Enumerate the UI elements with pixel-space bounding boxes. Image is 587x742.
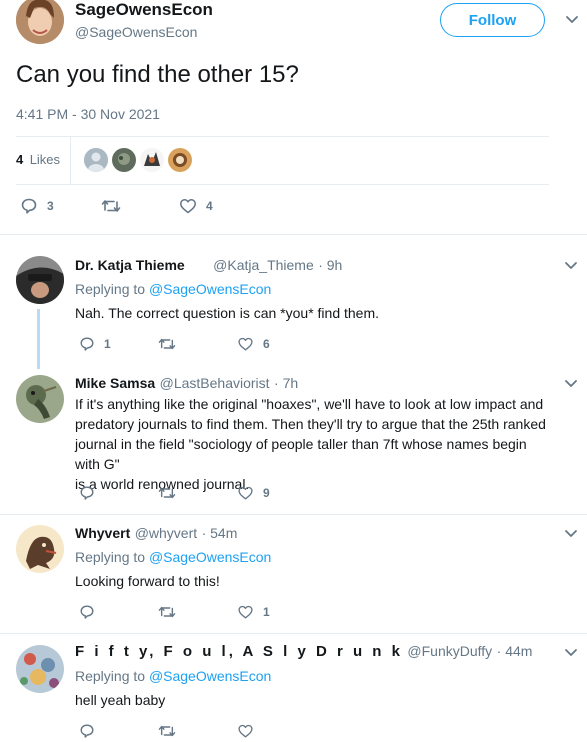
reply-text-line: is a world renowned journal. [75,476,250,492]
like-button[interactable]: 1 [237,604,270,620]
reply-button[interactable] [79,604,95,620]
replying-to-label: Replying to [75,549,146,565]
reply-author-handle[interactable]: @FunkyDuffy [407,643,492,659]
like-count: 4 [206,199,213,213]
reply-text-line: predatory journals to find them. Then th… [75,416,546,432]
like-button[interactable]: 4 [179,197,213,215]
reply-avatar[interactable] [16,256,64,304]
reply-icon [21,198,37,214]
reply-button[interactable] [79,485,95,501]
reply-icon [80,337,94,351]
heart-icon [238,337,253,351]
reply-count: 3 [47,199,54,213]
reply-text-line: journal in the field "sociology of peopl… [75,436,527,472]
reply-icon [80,724,94,738]
replying-to-link[interactable]: @SageOwensEcon [149,281,271,297]
heart-icon [238,605,253,619]
likes-summary[interactable]: 4 Likes [16,151,60,169]
reply-time[interactable]: · 9h [318,257,342,273]
like-count: 9 [263,486,270,500]
reply-avatar[interactable] [16,525,64,573]
reply-button[interactable] [79,723,95,739]
reply-time[interactable]: · 54m [202,525,238,541]
liker-avatar[interactable] [168,148,192,172]
chevron-down-icon[interactable] [564,379,578,389]
heart-icon [238,724,253,738]
reply-icon [80,605,94,619]
author-avatar[interactable] [16,0,64,44]
retweet-button[interactable] [158,723,176,739]
reply-text: If it's anything like the original "hoax… [75,394,555,494]
reply-text: Looking forward to this! [75,573,220,589]
replying-to-link[interactable]: @SageOwensEcon [149,668,271,684]
reply-author-handle[interactable]: @LastBehaviorist [160,375,270,391]
reply-author-name[interactable]: Whyvert [75,525,130,541]
reply-time[interactable]: · 7h [274,375,298,391]
retweet-icon [158,606,176,618]
author-name[interactable]: SageOwensEcon [75,0,213,20]
reply-divider [0,514,587,515]
retweet-icon [158,487,176,499]
like-count: 1 [263,605,270,619]
reply-button[interactable]: 3 [20,197,54,215]
reply-icon [80,486,94,500]
likes-label: Likes [29,152,61,167]
like-button[interactable] [237,723,254,739]
retweet-button[interactable] [158,336,176,352]
reply-divider [0,633,587,634]
replying-to-label: Replying to [75,668,146,684]
retweet-icon [101,200,121,212]
author-handle[interactable]: @SageOwensEcon [75,24,197,40]
replying-to-label: Replying to [75,281,146,297]
reply-author-handle[interactable]: @whyvert [135,525,197,541]
retweet-button[interactable] [101,197,130,215]
like-count: 6 [263,337,270,351]
replying-to-link[interactable]: @SageOwensEcon [149,549,271,565]
retweet-button[interactable] [158,485,176,501]
tweet-timestamp[interactable]: 4:41 PM - 30 Nov 2021 [16,106,160,122]
liker-avatar[interactable] [112,148,136,172]
divider [16,184,549,185]
liker-avatar[interactable] [84,148,108,172]
retweet-icon [158,725,176,737]
reply-text-line: If it's anything like the original "hoax… [75,396,544,412]
retweet-button[interactable] [158,604,176,620]
chevron-down-icon[interactable] [564,261,578,271]
reply-avatar[interactable] [16,645,64,693]
reply-author-name[interactable]: Mike Samsa [75,375,155,391]
divider [16,136,549,137]
thread-line [37,309,40,369]
tweet-text: Can you find the other 15? [16,61,299,88]
heart-icon [180,199,196,214]
reply-author-name[interactable]: F i f t y, F o u l, A S l y D r u n k [75,643,403,660]
reply-avatar[interactable] [16,375,64,423]
like-button[interactable]: 6 [237,336,270,352]
chevron-down-icon[interactable] [564,529,578,539]
likes-divider [70,136,71,184]
like-button[interactable]: 9 [237,485,270,501]
reply-text: hell yeah baby [75,692,166,708]
chevron-down-icon[interactable] [565,15,579,25]
reply-text: Nah. The correct question is can *you* f… [75,305,380,321]
section-divider [0,234,587,235]
reply-author-name[interactable]: Dr. Katja Thieme [75,257,185,273]
reply-time[interactable]: · 44m [497,643,533,659]
reply-count: 1 [104,337,111,351]
likes-count: 4 [16,152,24,167]
follow-button[interactable]: Follow [440,3,545,37]
retweet-icon [158,338,176,350]
reply-author-handle[interactable]: @Katja_Thieme [213,257,314,273]
liker-avatar[interactable] [140,148,164,172]
chevron-down-icon[interactable] [564,648,578,658]
reply-button[interactable]: 1 [79,336,111,352]
heart-icon [238,486,253,500]
